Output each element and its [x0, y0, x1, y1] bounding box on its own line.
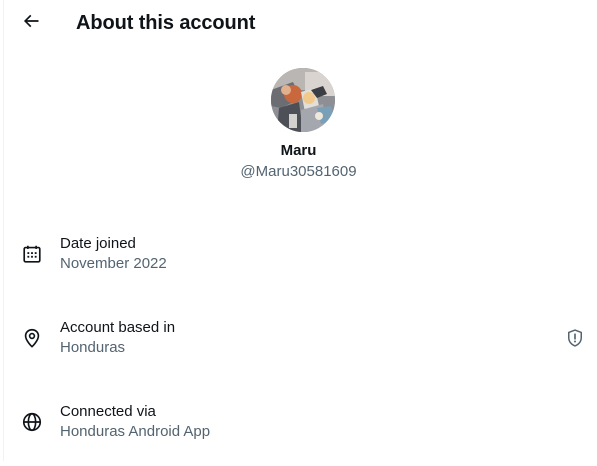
account-based-in-value: Honduras — [60, 339, 126, 356]
date-joined-value: November 2022 — [60, 255, 167, 272]
back-button[interactable] — [14, 6, 48, 40]
connected-via-value: Honduras Android App — [60, 423, 211, 440]
left-border — [3, 0, 4, 461]
globe-icon — [21, 411, 43, 433]
page-title: About this account — [76, 12, 256, 34]
display-name: Maru — [280, 142, 317, 159]
date-joined-row: Date joined November 2022 — [0, 234, 597, 298]
arrow-left-icon — [21, 11, 41, 36]
account-based-in-label: Account based in — [60, 319, 176, 336]
shield-alert-icon[interactable] — [565, 328, 585, 348]
username-handle: @Maru30581609 — [240, 163, 357, 180]
connected-via-label: Connected via — [60, 403, 156, 420]
account-based-in-row: Account based in Honduras — [0, 318, 597, 382]
location-pin-icon — [21, 327, 43, 349]
date-joined-label: Date joined — [60, 235, 136, 252]
header: About this account — [0, 0, 597, 46]
avatar[interactable] — [271, 68, 335, 132]
calendar-icon — [21, 243, 43, 265]
connected-via-row: Connected via Honduras Android App — [0, 402, 597, 466]
